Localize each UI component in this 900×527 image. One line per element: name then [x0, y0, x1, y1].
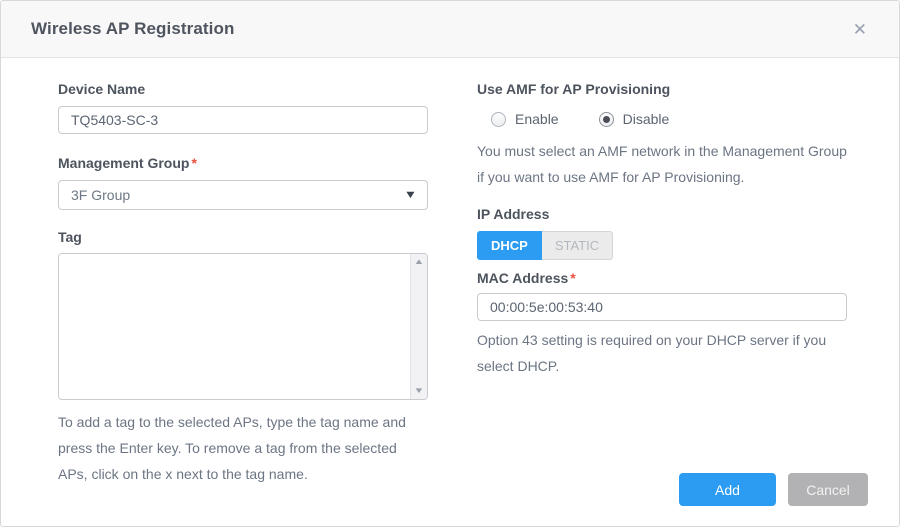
- chevron-down-icon: ▼: [404, 189, 418, 201]
- mac-address-label: MAC Address*: [477, 269, 847, 288]
- close-icon[interactable]: ✕: [847, 17, 873, 42]
- required-asterisk: *: [191, 155, 196, 171]
- radio-disable[interactable]: Disable: [599, 111, 670, 127]
- mac-address-label-text: MAC Address: [477, 270, 568, 286]
- tag-label: Tag: [58, 228, 428, 247]
- cancel-button[interactable]: Cancel: [788, 473, 868, 506]
- management-group-label-text: Management Group: [58, 155, 189, 171]
- left-column: Device Name Management Group* 3F Group ▼…: [58, 80, 428, 526]
- dialog-header: Wireless AP Registration ✕: [1, 1, 899, 58]
- management-group-select[interactable]: 3F Group ▼: [58, 180, 428, 210]
- ip-address-label: IP Address: [477, 205, 847, 224]
- static-toggle-button[interactable]: STATIC: [542, 231, 613, 260]
- radio-disable-label: Disable: [623, 111, 670, 127]
- tag-scrollbar[interactable]: ▲ ▼: [410, 254, 427, 399]
- dialog-body: Device Name Management Group* 3F Group ▼…: [1, 58, 899, 526]
- right-column: Use AMF for AP Provisioning Enable Disab…: [477, 80, 847, 526]
- mac-address-input[interactable]: [477, 293, 847, 321]
- amf-radio-group: Enable Disable: [477, 111, 847, 127]
- tag-help-text: To add a tag to the selected APs, type t…: [58, 409, 428, 487]
- radio-enable-label: Enable: [515, 111, 559, 127]
- radio-disable-icon[interactable]: [599, 112, 614, 127]
- device-name-input[interactable]: [58, 106, 428, 134]
- ip-address-toggle-group: DHCP STATIC: [477, 231, 847, 260]
- scroll-down-icon[interactable]: ▼: [413, 387, 424, 395]
- mac-help-text: Option 43 setting is required on your DH…: [477, 327, 847, 379]
- management-group-selected-value: 3F Group: [71, 187, 130, 203]
- radio-enable-icon[interactable]: [491, 112, 506, 127]
- management-group-label: Management Group*: [58, 154, 428, 173]
- radio-enable[interactable]: Enable: [491, 111, 559, 127]
- amf-label: Use AMF for AP Provisioning: [477, 80, 847, 99]
- add-button[interactable]: Add: [679, 473, 776, 506]
- tag-textarea[interactable]: [59, 254, 410, 399]
- required-asterisk: *: [570, 270, 575, 286]
- tag-textarea-wrap: ▲ ▼: [58, 253, 428, 400]
- amf-help-text: You must select an AMF network in the Ma…: [477, 138, 847, 190]
- wireless-ap-registration-dialog: Wireless AP Registration ✕ Device Name M…: [0, 0, 900, 527]
- radio-selected-dot: [603, 116, 610, 123]
- dialog-title: Wireless AP Registration: [31, 19, 234, 39]
- dialog-footer: Add Cancel: [679, 473, 868, 506]
- device-name-label: Device Name: [58, 80, 428, 99]
- dhcp-toggle-button[interactable]: DHCP: [477, 231, 542, 260]
- scroll-up-icon[interactable]: ▲: [413, 258, 424, 266]
